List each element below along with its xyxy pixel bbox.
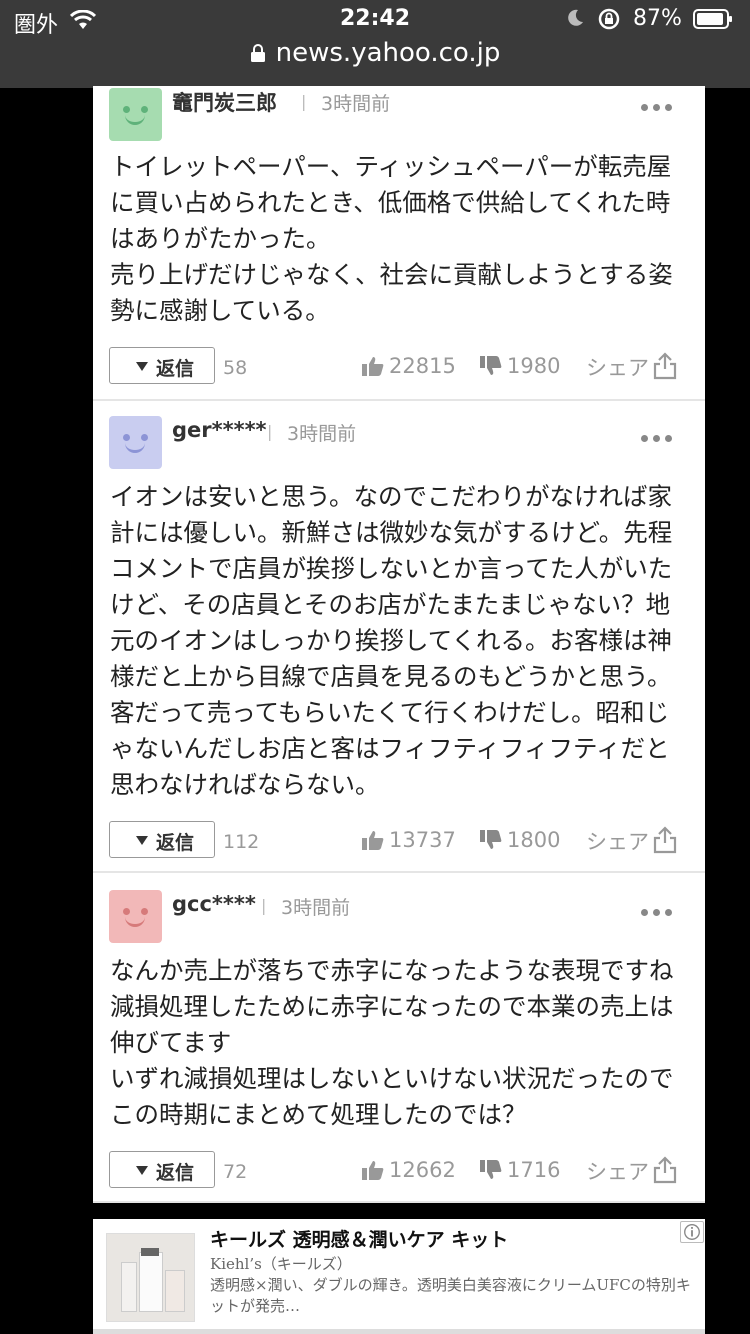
comment-body: トイレットペーパー、ティッシュペーパーが転売屋に買い占められたとき、低価格で供給…	[110, 152, 673, 325]
thumbs-up-icon	[362, 831, 384, 850]
dislike-button[interactable]: 1716	[480, 1158, 560, 1182]
share-icon	[653, 826, 677, 854]
comment-author[interactable]: 竈門炭三郎	[172, 87, 277, 117]
url-text: news.yahoo.co.jp	[275, 38, 501, 68]
share-icon	[653, 352, 677, 380]
reply-count: 72	[223, 1161, 248, 1183]
share-icon	[653, 1156, 677, 1184]
caret-down-icon	[136, 1166, 148, 1175]
thumbs-down-icon	[480, 356, 502, 375]
dislike-button[interactable]: 1800	[480, 828, 560, 852]
avatar[interactable]	[109, 88, 162, 141]
like-button[interactable]: 12662	[362, 1158, 456, 1182]
reply-button[interactable]: 返信	[109, 1151, 215, 1188]
thumbs-down-icon	[480, 1160, 502, 1179]
dislike-button[interactable]: 1980	[480, 354, 560, 378]
address-bar[interactable]: news.yahoo.co.jp	[0, 38, 750, 68]
share-button[interactable]: シェア	[586, 352, 677, 382]
divider	[93, 1329, 705, 1334]
share-label: シェア	[586, 1160, 649, 1184]
ad-info-icon[interactable]	[680, 1221, 704, 1243]
avatar[interactable]	[109, 416, 162, 469]
thumbs-up-icon	[362, 1161, 384, 1180]
dislike-count: 1980	[507, 354, 561, 378]
reply-label: 返信	[156, 832, 195, 854]
battery-icon	[693, 9, 732, 29]
ad-description: 透明感×潤い、ダブルの輝き。透明美白美容液にクリームUFCの特別キットが発売…	[210, 1276, 691, 1315]
comment-body: なんか売上が落ちで赤字になったような表現ですね 減損処理したために赤字になったの…	[110, 956, 674, 1129]
ad-product-image[interactable]	[106, 1233, 195, 1322]
like-button[interactable]: 13737	[362, 828, 456, 852]
comment-time: 3時間前	[281, 897, 351, 919]
more-options-icon[interactable]	[641, 427, 677, 442]
comment-time: 3時間前	[287, 423, 357, 445]
comment-time: 3時間前	[321, 93, 391, 115]
like-count: 12662	[389, 1158, 456, 1182]
comment-card: gcc**** | 3時間前 なんか売上が落ちで赤字になったような表現ですね 減…	[93, 873, 705, 1203]
comment-author[interactable]: gcc****	[172, 892, 256, 916]
like-count: 13737	[389, 828, 456, 852]
caret-down-icon	[136, 836, 148, 845]
reply-button[interactable]: 返信	[109, 347, 215, 384]
thumbs-down-icon	[480, 830, 502, 849]
reply-label: 返信	[156, 1162, 195, 1184]
reply-count: 58	[223, 357, 248, 379]
dislike-count: 1716	[507, 1158, 561, 1182]
share-button[interactable]: シェア	[586, 1156, 677, 1186]
lock-icon	[250, 44, 265, 62]
share-label: シェア	[586, 830, 649, 854]
comment-card: ger***** | 3時間前 イオンは安いと思う。なのでこだわりがなければ家計…	[93, 401, 705, 873]
ad-brand: Kiehl’s（キールズ）	[210, 1255, 352, 1273]
rotation-lock-icon	[598, 8, 620, 30]
ad-title[interactable]: キールズ 透明感＆潤いケア キット	[210, 1225, 508, 1252]
moon-icon	[568, 9, 583, 26]
ad-banner[interactable]: キールズ 透明感＆潤いケア キット Kiehl’s（キールズ） 透明感×潤い、ダ…	[93, 1219, 705, 1334]
like-count: 22815	[389, 354, 456, 378]
comment-author[interactable]: ger*****	[172, 418, 267, 442]
reply-button[interactable]: 返信	[109, 821, 215, 858]
avatar[interactable]	[109, 890, 162, 943]
divider: |	[261, 896, 267, 915]
like-button[interactable]: 22815	[362, 354, 456, 378]
divider: |	[267, 422, 273, 441]
thumbs-up-icon	[362, 357, 384, 376]
share-label: シェア	[586, 356, 649, 380]
battery-percent: 87%	[633, 6, 682, 31]
comment-body: イオンは安いと思う。なのでこだわりがなければ家計には優しい。新鮮さは微妙な気がす…	[110, 482, 673, 799]
reply-label: 返信	[156, 358, 195, 380]
reply-count: 112	[223, 831, 260, 853]
divider: |	[301, 92, 307, 111]
comment-card: 竈門炭三郎 | 3時間前 トイレットペーパー、ティッシュペーパーが転売屋に買い占…	[93, 86, 705, 401]
share-button[interactable]: シェア	[586, 826, 677, 856]
status-bar: 圏外 22:42 87% news.yahoo.co.jp	[0, 0, 750, 88]
more-options-icon[interactable]	[641, 901, 677, 916]
dislike-count: 1800	[507, 828, 561, 852]
more-options-icon[interactable]	[641, 96, 677, 111]
caret-down-icon	[136, 362, 148, 371]
